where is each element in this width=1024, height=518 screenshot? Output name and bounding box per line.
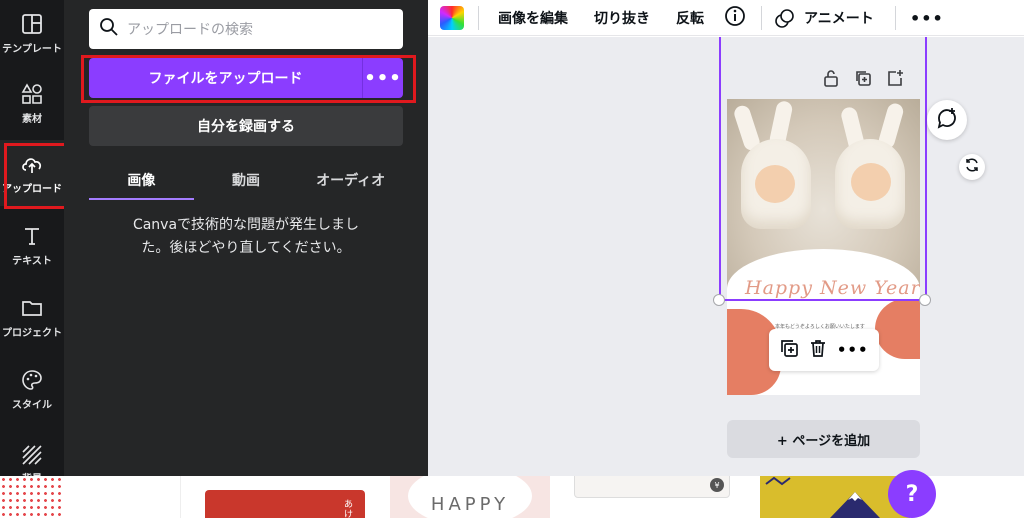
text-icon: [20, 224, 44, 248]
template-thumb-dots[interactable]: [0, 476, 64, 518]
lock-icon[interactable]: [822, 69, 840, 91]
canva-editor: テンプレート 素材 アップロード テキスト プロジェクト スタイル アップロード…: [0, 0, 1024, 518]
comment-add-icon: [935, 106, 959, 134]
refresh-icon: [964, 157, 980, 177]
left-rail: テンプレート 素材 アップロード テキスト プロジェクト スタイル: [0, 0, 64, 476]
red-card: [205, 490, 365, 518]
notice-card: [574, 476, 730, 498]
toolbar-divider: [761, 6, 762, 30]
resize-handle-bottom-left[interactable]: [713, 294, 725, 306]
rail-item-templates[interactable]: テンプレート: [0, 0, 64, 66]
search-input[interactable]: アップロードの検索: [89, 9, 403, 49]
upload-cloud-icon: [20, 152, 44, 176]
flip-button[interactable]: 反転: [676, 0, 704, 36]
editor-toolbar: 画像を編集 切り抜き 反転 アニメート •••: [428, 0, 1024, 36]
duplicate-icon[interactable]: [779, 338, 799, 362]
palette-icon: [20, 368, 44, 392]
upload-files-button[interactable]: ファイルをアップロード •••: [89, 58, 403, 98]
trash-icon[interactable]: [808, 338, 828, 362]
template-thumb-red[interactable]: あけ: [180, 476, 388, 518]
record-yourself-button[interactable]: 自分を録画する: [89, 106, 403, 146]
info-button[interactable]: [724, 0, 746, 36]
red-card-text: あけ: [344, 500, 354, 518]
animate-icon: [774, 7, 796, 29]
tab-videos[interactable]: 動画: [194, 158, 299, 200]
color-picker-button[interactable]: [440, 6, 464, 30]
selection-border-bottom: [719, 299, 927, 301]
rail-item-projects[interactable]: プロジェクト: [0, 284, 64, 350]
duplicate-page-icon[interactable]: [854, 69, 872, 91]
tab-audio[interactable]: オーディオ: [298, 158, 403, 200]
folder-icon: [20, 296, 44, 320]
resize-handle-bottom-right[interactable]: [919, 294, 931, 306]
design-canvas: Happy New Year 本年もどうぞよろしくお願いいたします ••• + …: [428, 37, 1024, 476]
rail-label: テキスト: [12, 255, 52, 267]
rail-label: アップロード: [2, 183, 62, 195]
twin-babies-photo[interactable]: Happy New Year: [727, 99, 920, 300]
rail-label: テンプレート: [2, 43, 62, 55]
background-icon: [20, 444, 44, 466]
happy-text: HAPPY: [430, 494, 510, 515]
baby-face-right: [851, 163, 891, 201]
template-thumb-notice[interactable]: ¥: [572, 476, 732, 518]
add-comment-button[interactable]: [927, 100, 967, 140]
media-tabs: 画像 動画 オーディオ: [89, 158, 403, 200]
toolbar-divider: [478, 6, 479, 30]
uploads-panel: アップロードの検索 ファイルをアップロード ••• 自分を録画する 画像 動画 …: [64, 0, 428, 476]
rail-label: プロジェクト: [2, 327, 62, 339]
animate-label: アニメート: [804, 11, 874, 27]
upload-files-label: ファイルをアップロード: [148, 71, 303, 87]
template-strip: あけ HAPPY ¥: [0, 476, 1024, 518]
selection-border-left: [719, 37, 721, 301]
template-thumb-happy[interactable]: HAPPY: [390, 476, 550, 518]
refresh-button[interactable]: [959, 154, 985, 180]
upload-more-button[interactable]: •••: [363, 58, 403, 98]
tab-images[interactable]: 画像: [89, 158, 194, 200]
more-options-button[interactable]: •••: [837, 341, 869, 359]
info-icon: [724, 5, 746, 31]
add-page-icon[interactable]: [886, 69, 904, 91]
help-button[interactable]: ?: [888, 470, 936, 518]
rail-item-elements[interactable]: 素材: [0, 70, 64, 136]
rail-item-text[interactable]: テキスト: [0, 212, 64, 278]
rail-label: スタイル: [12, 399, 52, 411]
animate-button[interactable]: アニメート: [774, 0, 874, 36]
rail-item-styles[interactable]: スタイル: [0, 356, 64, 422]
rail-item-uploads[interactable]: アップロード: [0, 140, 64, 206]
error-message: Canvaで技術的な問題が発生しました。後ほどやり直してください。: [132, 217, 360, 256]
rail-item-background[interactable]: 背景: [0, 430, 64, 476]
template-icon: [20, 12, 44, 36]
selection-border-right: [925, 37, 927, 301]
add-page-button[interactable]: + ページを追加: [727, 420, 920, 458]
crop-button[interactable]: 切り抜き: [594, 0, 650, 36]
decor-blob-right: [875, 299, 920, 359]
elements-icon: [20, 82, 44, 106]
happy-new-year-title[interactable]: Happy New Year: [745, 277, 920, 299]
rail-label: 素材: [22, 113, 42, 125]
search-icon: [99, 17, 119, 41]
edit-image-button[interactable]: 画像を編集: [498, 0, 568, 36]
baby-face-left: [755, 165, 795, 203]
toolbar-divider: [895, 6, 896, 30]
element-context-menu: •••: [769, 329, 879, 371]
toolbar-more-button[interactable]: •••: [910, 0, 944, 36]
yen-badge: ¥: [710, 478, 724, 492]
page-actions: [822, 69, 904, 91]
search-placeholder: アップロードの検索: [127, 22, 253, 38]
